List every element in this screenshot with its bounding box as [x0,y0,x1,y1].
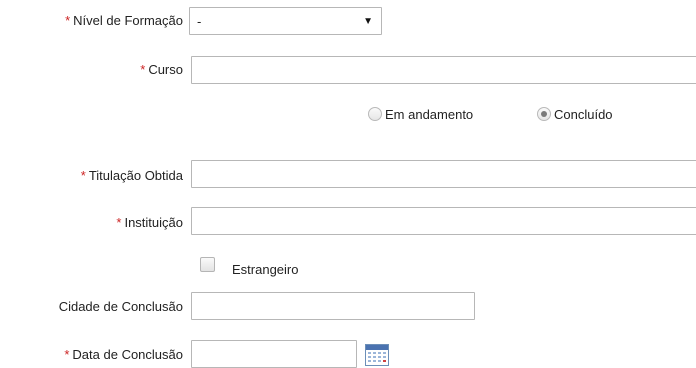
em-andamento-radio[interactable] [368,107,382,121]
concluido-label[interactable]: Concluído [554,107,613,123]
instituicao-input[interactable] [191,207,696,235]
required-marker: * [116,215,122,230]
required-marker: * [64,347,70,362]
dropdown-arrow-icon: ▼ [363,15,373,27]
titulacao-input[interactable] [191,160,696,188]
titulacao-label-text: Titulação Obtida [88,168,183,183]
curso-label: * Curso [140,62,183,78]
required-marker: * [140,62,146,77]
instituicao-label-text: Instituição [124,215,183,230]
curso-label-text: Curso [148,62,183,77]
data-label: * Data de Conclusão [64,347,183,363]
cidade-input[interactable] [191,292,475,320]
cidade-label: Cidade de Conclusão [59,299,183,315]
instituicao-label: * Instituição [116,215,183,231]
estrangeiro-checkbox[interactable] [200,257,215,272]
nivel-formacao-label: * Nível de Formação [65,13,183,29]
data-input[interactable] [191,340,357,368]
concluido-radio[interactable] [537,107,551,121]
data-label-text: Data de Conclusão [72,347,183,362]
required-marker: * [65,13,71,28]
nivel-formacao-selected-value: - [197,13,202,29]
titulacao-label: * Titulação Obtida [81,168,183,184]
curso-input[interactable] [191,56,696,84]
cidade-label-text: Cidade de Conclusão [58,299,183,314]
required-marker: * [80,168,86,183]
nivel-formacao-select[interactable]: - ▼ [189,7,382,35]
em-andamento-label[interactable]: Em andamento [385,107,473,123]
calendar-icon[interactable] [365,344,389,366]
estrangeiro-label[interactable]: Estrangeiro [232,262,298,278]
nivel-formacao-label-text: Nível de Formação [73,13,183,28]
